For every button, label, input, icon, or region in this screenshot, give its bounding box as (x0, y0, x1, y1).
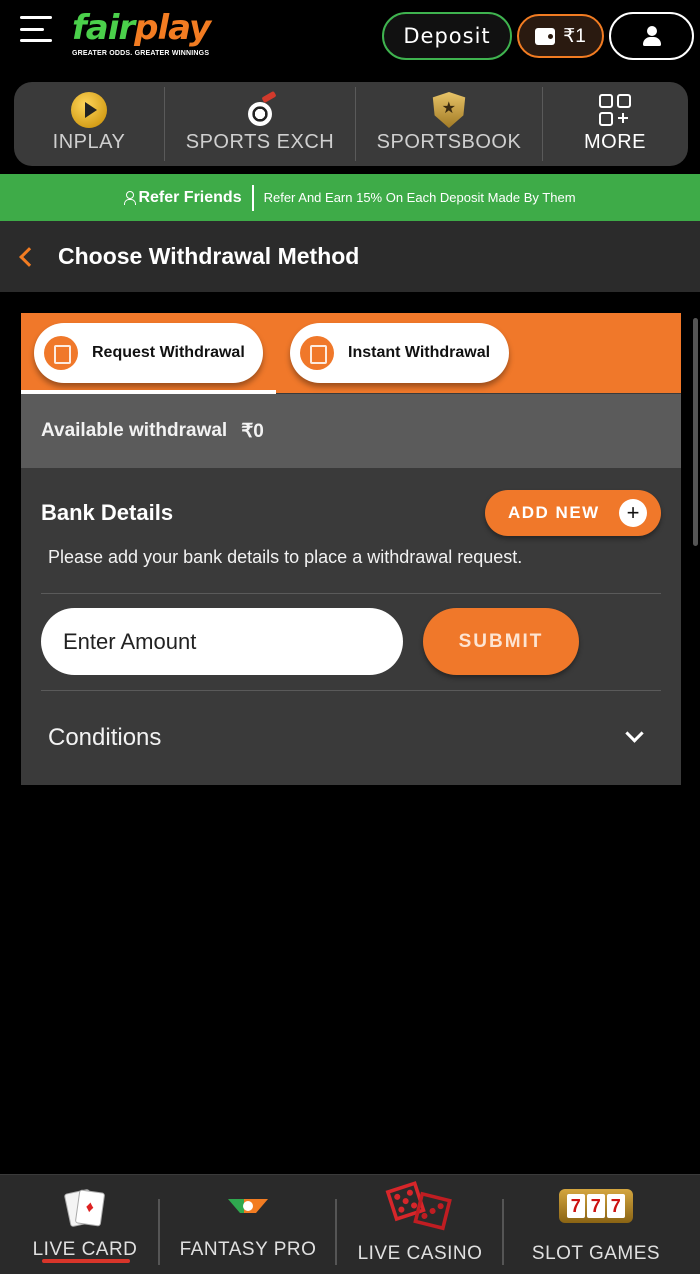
bottomnav-label: LIVE CASINO (357, 1243, 483, 1264)
topnav-item-sports-exch[interactable]: SPORTS EXCH (165, 82, 355, 166)
topnav-label: INPLAY (52, 131, 126, 153)
bottomnav-item-fantasy-pro[interactable]: FANTASY PRO (160, 1175, 336, 1274)
submit-button[interactable]: SUBMIT (423, 608, 579, 675)
bank-details-message: Please add your bank details to place a … (48, 547, 523, 567)
profile-button[interactable] (609, 12, 694, 60)
fantasy-logo-icon (228, 1197, 268, 1219)
user-icon (642, 26, 662, 46)
logo-text-play: play (134, 8, 211, 48)
menu-icon[interactable] (20, 16, 52, 42)
bottom-nav: LIVE CARD FANTASY PRO LIVE CASINO 777 SL… (0, 1174, 700, 1274)
tab-label: Request Withdrawal (92, 344, 245, 361)
slot-reel: 7 (587, 1194, 605, 1218)
topnav-label: MORE (584, 131, 646, 153)
tab-label: Instant Withdrawal (348, 344, 491, 361)
wallet-icon (535, 27, 556, 45)
bottomnav-label: LIVE CARD (32, 1239, 138, 1260)
bottomnav-item-slot-games[interactable]: 777 SLOT GAMES (504, 1175, 688, 1274)
instant-withdrawal-icon (300, 336, 334, 370)
grid-plus-icon (597, 92, 633, 128)
add-new-bank-button[interactable]: ADD NEW + (485, 490, 661, 536)
refer-text: Refer And Earn 15% On Each Deposit Made … (263, 190, 576, 205)
scrollbar[interactable] (693, 318, 698, 546)
app-header: fairplay GREATER ODDS. GREATER WINNINGS … (0, 0, 700, 78)
plus-icon: + (619, 499, 647, 527)
slot-reel: 7 (567, 1194, 585, 1218)
refer-title: Refer Friends (138, 188, 242, 206)
conditions-accordion[interactable]: Conditions (21, 691, 681, 785)
amount-input[interactable] (41, 608, 403, 675)
bank-details-title: Bank Details (41, 500, 174, 525)
page-title: Choose Withdrawal Method (58, 243, 360, 269)
available-withdrawal-bar: Available withdrawal ₹0 (21, 394, 681, 468)
add-new-label: ADD NEW (508, 503, 600, 522)
topnav-item-sportsbook[interactable]: SPORTSBOOK (356, 82, 542, 166)
bottomnav-label: SLOT GAMES (531, 1243, 661, 1264)
conditions-label: Conditions (48, 724, 162, 751)
page-title-bar: Choose Withdrawal Method (0, 221, 700, 292)
slot-reel: 7 (607, 1194, 625, 1218)
football-icon (242, 92, 278, 128)
withdrawal-card: Request Withdrawal Instant Withdrawal Av… (21, 313, 681, 785)
playing-cards-icon (65, 1187, 105, 1229)
back-chevron-icon[interactable] (19, 246, 39, 267)
refer-divider (251, 184, 254, 211)
chevron-down-icon (625, 724, 644, 743)
deposit-button[interactable]: Deposit (382, 12, 512, 60)
wallet-balance-button[interactable]: ₹1 (517, 14, 604, 58)
slot-machine-icon: 777 (559, 1189, 633, 1223)
topnav-item-more[interactable]: MORE (543, 82, 687, 166)
active-tab-indicator (42, 1259, 130, 1263)
person-icon (124, 191, 137, 205)
logo-tagline: GREATER ODDS. GREATER WINNINGS (72, 50, 210, 57)
tab-instant-withdrawal[interactable]: Instant Withdrawal (290, 323, 509, 383)
top-nav: INPLAY SPORTS EXCH SPORTSBOOK MORE (14, 82, 688, 166)
available-withdrawal-amount: ₹0 (241, 420, 264, 442)
bottomnav-item-live-casino[interactable]: LIVE CASINO (337, 1175, 503, 1274)
topnav-item-inplay[interactable]: INPLAY (14, 82, 164, 166)
divider (41, 593, 661, 594)
withdrawal-tabs: Request Withdrawal Instant Withdrawal (21, 313, 681, 394)
logo-text-fair: fair (72, 8, 135, 48)
tab-request-withdrawal[interactable]: Request Withdrawal (34, 323, 263, 383)
fairplay-logo[interactable]: fairplay GREATER ODDS. GREATER WINNINGS (72, 8, 211, 64)
play-circle-icon (71, 92, 107, 128)
available-withdrawal-label: Available withdrawal (41, 420, 228, 441)
request-withdrawal-icon (44, 336, 78, 370)
shield-star-icon (432, 92, 466, 128)
dice-icon (387, 1185, 453, 1233)
refer-friends-banner[interactable]: Refer Friends Refer And Earn 15% On Each… (0, 174, 700, 221)
topnav-label: SPORTSBOOK (376, 131, 522, 153)
bottomnav-label: FANTASY PRO (179, 1239, 317, 1260)
topnav-label: SPORTS EXCH (185, 131, 335, 153)
wallet-balance: ₹1 (563, 25, 586, 47)
